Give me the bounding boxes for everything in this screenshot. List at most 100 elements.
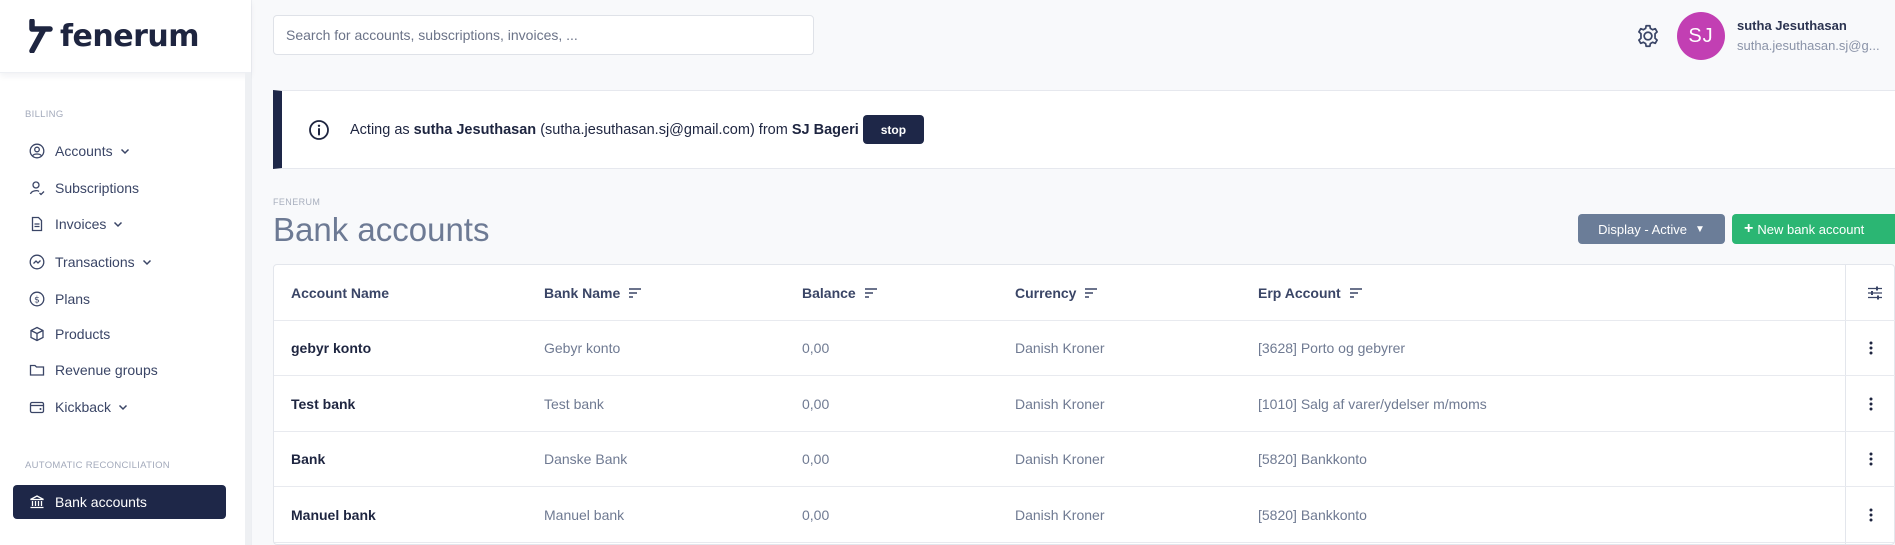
header-erp-account[interactable]: Erp Account — [1258, 265, 1363, 320]
display-filter-label: Display - Active — [1598, 221, 1687, 237]
kebab-menu-icon — [1869, 452, 1873, 466]
user-name: sutha Jesuthasan — [1737, 18, 1847, 33]
sidebar-item-bank-accounts[interactable]: Bank accounts — [13, 485, 226, 519]
table-row[interactable]: Manuel bank Manuel bank 0,00 Danish Kron… — [274, 487, 1895, 543]
column-settings-button[interactable] — [1846, 265, 1895, 320]
sort-icon[interactable] — [1084, 287, 1098, 299]
table-header: Account Name Bank Name Balance Currency … — [274, 265, 1895, 321]
banner-text: Acting as sutha Jesuthasan (sutha.jesuth… — [350, 121, 859, 138]
cell-balance: 0,00 — [802, 340, 830, 356]
row-menu-button[interactable] — [1846, 487, 1895, 542]
info-icon — [309, 119, 329, 140]
cell-erp-account: [3628] Porto og gebyrer — [1258, 340, 1406, 356]
row-menu-button[interactable] — [1846, 321, 1895, 375]
cell-bank-name: Gebyr konto — [544, 340, 621, 356]
chevron-down-icon — [119, 404, 128, 411]
cell-account-name[interactable]: Manuel bank — [291, 487, 376, 542]
sidebar-item-transactions[interactable]: Transactions — [13, 245, 226, 279]
user-check-icon — [29, 181, 45, 196]
stop-button[interactable]: stop — [862, 115, 925, 144]
banner-company: SJ Bageri — [791, 121, 859, 138]
bank-accounts-table: Account Name Bank Name Balance Currency … — [273, 264, 1895, 545]
table-row[interactable]: gebyr konto Gebyr konto 0,00 Danish Kron… — [274, 321, 1895, 376]
gear-icon[interactable] — [1635, 23, 1661, 49]
bank-icon — [30, 495, 44, 509]
cell-erp-account: [1010] Salg af varer/ydelser m/moms — [1258, 395, 1487, 412]
cell-balance: 0,00 — [802, 451, 830, 467]
sidebar: fenerum BILLING Accounts Subscriptions I… — [0, 0, 252, 545]
user-email: sutha.jesuthasan.sj@g... — [1737, 38, 1880, 53]
header-label: Bank Name — [544, 284, 621, 301]
sort-icon[interactable] — [1349, 287, 1363, 299]
new-bank-account-button[interactable]: + New bank account — [1732, 214, 1895, 244]
logo-text: fenerum — [60, 18, 200, 54]
sidebar-item-subscriptions[interactable]: Subscriptions — [13, 171, 226, 205]
kebab-menu-icon — [1869, 508, 1873, 521]
dollar-circle-icon: $ — [29, 291, 45, 307]
user-circle-icon — [29, 143, 45, 159]
sidebar-item-kickback[interactable]: Kickback — [13, 390, 226, 424]
cell-erp-account: [5820] Bankkonto — [1258, 506, 1367, 523]
row-menu-button[interactable] — [1846, 432, 1895, 486]
sidebar-item-label: Revenue groups — [55, 362, 158, 378]
sidebar-item-label: Invoices — [55, 216, 107, 232]
breadcrumb[interactable]: FENERUM — [273, 197, 320, 207]
chevron-down-icon — [120, 148, 129, 155]
caret-down-icon: ▼ — [1694, 223, 1705, 235]
sidebar-item-label: Products — [55, 326, 111, 342]
header-currency[interactable]: Currency — [1015, 265, 1098, 320]
cell-account-name[interactable]: Test bank — [291, 376, 355, 431]
cell-erp-account: [5820] Bankkonto — [1258, 451, 1367, 467]
chevron-down-icon — [142, 259, 151, 266]
sliders-icon — [1868, 286, 1882, 299]
sidebar-item-plans[interactable]: $ Plans — [13, 282, 226, 316]
sidebar-scrollbar[interactable] — [245, 73, 251, 545]
cell-currency: Danish Kroner — [1015, 395, 1105, 412]
fenerum-logo-icon — [29, 19, 53, 53]
header-label: Erp Account — [1258, 284, 1341, 301]
header-bank-name[interactable]: Bank Name — [544, 265, 642, 320]
cell-bank-name: Test bank — [544, 395, 604, 412]
sidebar-item-label: Transactions — [55, 254, 135, 270]
logo[interactable]: fenerum — [0, 0, 251, 73]
kebab-menu-icon — [1869, 341, 1873, 355]
plus-icon: + — [1744, 220, 1754, 237]
sidebar-item-accounts[interactable]: Accounts — [13, 134, 226, 168]
sidebar-item-revenue-groups[interactable]: Revenue groups — [13, 353, 226, 387]
cell-balance: 0,00 — [802, 395, 830, 412]
document-icon — [31, 216, 43, 232]
sidebar-item-products[interactable]: Products — [13, 317, 226, 351]
sort-icon[interactable] — [628, 287, 642, 299]
header-label: Currency — [1015, 284, 1077, 301]
sidebar-item-invoices[interactable]: Invoices — [13, 207, 226, 241]
avatar[interactable]: SJ — [1677, 12, 1725, 60]
box-icon — [30, 326, 44, 342]
kebab-menu-icon — [1869, 397, 1873, 410]
sort-icon[interactable] — [864, 287, 878, 299]
search-input[interactable] — [273, 15, 814, 55]
sidebar-item-label: Bank accounts — [55, 494, 147, 510]
table-row[interactable]: Bank Danske Bank 0,00 Danish Kroner [582… — [274, 432, 1895, 487]
cell-bank-name: Manuel bank — [544, 506, 625, 523]
header-label: Balance — [802, 284, 856, 301]
sidebar-item-label: Accounts — [55, 143, 113, 159]
cell-balance: 0,00 — [802, 506, 830, 523]
display-filter-button[interactable]: Display - Active ▼ — [1578, 214, 1725, 244]
header-balance[interactable]: Balance — [802, 265, 878, 320]
sidebar-item-label: Plans — [55, 291, 91, 307]
sidebar-item-label: Kickback — [55, 399, 112, 415]
cell-currency: Danish Kroner — [1015, 451, 1105, 467]
cell-bank-name: Danske Bank — [544, 451, 628, 467]
cell-account-name[interactable]: Bank — [291, 432, 325, 486]
section-label-reconciliation: AUTOMATIC RECONCILIATION — [25, 460, 170, 471]
folder-icon — [29, 364, 45, 376]
table-row[interactable]: Test bank Test bank 0,00 Danish Kroner [… — [274, 376, 1895, 432]
header-account-name: Account Name — [291, 284, 390, 301]
row-menu-button[interactable] — [1846, 376, 1895, 431]
impersonation-banner: Acting as sutha Jesuthasan (sutha.jesuth… — [273, 90, 1895, 169]
sidebar-item-label: Subscriptions — [55, 180, 140, 196]
cell-account-name[interactable]: gebyr konto — [291, 321, 371, 375]
new-bank-account-label: New bank account — [1757, 221, 1865, 237]
page-title: Bank accounts — [273, 211, 490, 248]
section-label-billing: BILLING — [25, 109, 64, 120]
